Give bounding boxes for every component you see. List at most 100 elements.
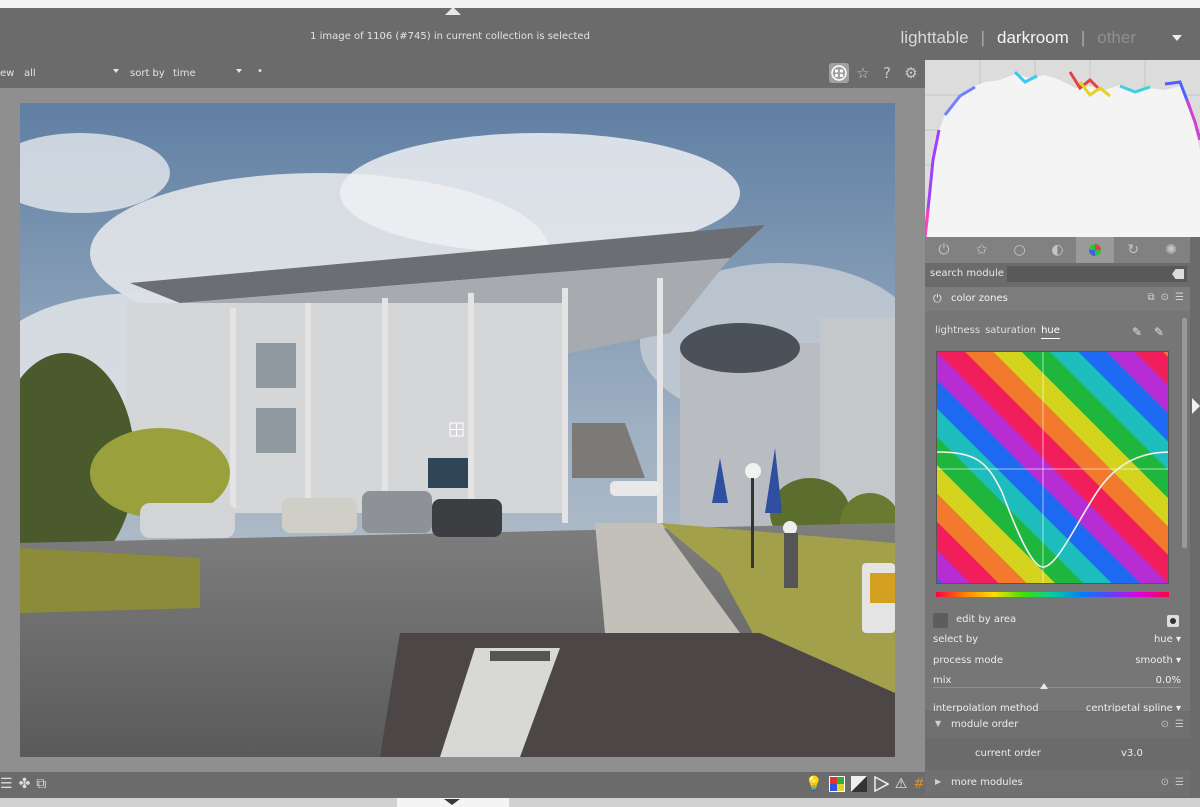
sort-caret-icon[interactable] (236, 69, 242, 73)
softproof-icon[interactable] (850, 776, 867, 792)
area-picker-icon[interactable]: ✎ (1154, 325, 1164, 339)
process-mode-label: process mode (933, 655, 1003, 666)
expand-filmstrip-arrow-icon[interactable] (444, 799, 460, 805)
tab-hue[interactable]: hue (1041, 325, 1060, 339)
view-separator: | (1080, 28, 1086, 47)
reset-icon[interactable]: ⊙ (1161, 292, 1169, 303)
reset-icon[interactable]: ⊙ (1161, 777, 1169, 788)
gear-icon[interactable]: ⚙ (901, 63, 921, 83)
guides-icon[interactable]: # (913, 776, 925, 792)
mix-label: mix (933, 675, 952, 686)
filmstrip-collapse-bar[interactable] (0, 798, 1200, 807)
center-view (0, 88, 925, 772)
sort-by-label: sort by (130, 68, 165, 79)
process-mode-value[interactable]: smooth ▾ (1135, 655, 1181, 666)
effect-icon[interactable]: ✺ (1152, 237, 1190, 263)
warning-icon[interactable]: ⚠ (895, 776, 908, 792)
view-switcher: lighttable | darkroom | other (901, 27, 1200, 49)
histogram[interactable] (923, 60, 1200, 238)
select-by-row[interactable]: select by hue ▾ (933, 634, 1181, 650)
tab-lightness[interactable]: lightness (935, 325, 980, 339)
color-assessment-icon[interactable] (828, 776, 845, 792)
gamut-check-icon[interactable] (873, 776, 889, 792)
darktable-window: 1 image of 1106 (#745) in current collec… (0, 0, 1200, 807)
module-order-header[interactable]: ▼ module order ⊙ ☰ (925, 712, 1190, 738)
collapse-top-arrow-icon[interactable] (445, 7, 461, 15)
collapsed-triangle-icon: ▶ (935, 777, 942, 786)
selection-status: 1 image of 1106 (#745) in current collec… (310, 31, 590, 42)
collapse-right-arrow-icon[interactable] (1192, 398, 1200, 414)
styles-icon[interactable]: ✤ (19, 776, 31, 792)
top-panel-collapse-bar[interactable] (0, 0, 1200, 8)
base-icon[interactable]: ○ (1001, 237, 1039, 263)
search-module-row: search module (925, 263, 1190, 285)
bulb-icon[interactable]: 💡 (805, 776, 822, 792)
area-mask-icon[interactable] (1167, 615, 1179, 627)
search-module-label: search module (930, 268, 1004, 279)
bottom-right-icons: 💡 ⚠ # (805, 776, 925, 792)
more-modules-header[interactable]: ▶ more modules ⊙ ☰ (925, 770, 1190, 796)
sort-by-value[interactable]: time (173, 68, 196, 79)
module-order-title: module order (951, 719, 1019, 730)
process-mode-row[interactable]: process mode smooth ▾ (933, 655, 1181, 671)
expand-triangle-icon: ▼ (935, 719, 942, 728)
edit-by-area-checkbox[interactable] (933, 613, 948, 628)
right-panel-scrollbar[interactable] (1182, 318, 1187, 548)
help-icon[interactable]: ? (877, 63, 897, 83)
view-filter-label: ew (0, 68, 15, 79)
select-by-value[interactable]: hue ▾ (1154, 634, 1181, 645)
bottom-toolbar: ☰ ✤ ⧉ 💡 ⚠ # (0, 772, 925, 798)
star-icon[interactable]: ☆ (853, 63, 873, 83)
color-zones-body: lightness saturation hue ✎ ✎ edit by are… (925, 311, 1190, 714)
right-panel: ⏻ ✩ ○ ◐ ↻ ✺ search module ⏻ color zones … (923, 60, 1200, 807)
reset-icon[interactable]: ⊙ (1161, 719, 1169, 730)
search-module-input[interactable] (1007, 266, 1187, 282)
mix-value: 0.0% (1155, 675, 1181, 686)
filterbar-icons: ☆ ? ⚙ (829, 63, 921, 83)
current-order-value: v3.0 (1121, 748, 1143, 759)
mix-slider-handle[interactable] (1040, 683, 1048, 689)
current-order-row: current order v3.0 (925, 742, 1190, 766)
multi-instance-icon[interactable]: ⧉ (1148, 292, 1155, 303)
color-icon[interactable] (1076, 237, 1115, 263)
view-filter-caret-icon[interactable] (113, 69, 119, 73)
list-icon[interactable]: ☰ (0, 776, 13, 792)
view-separator: | (980, 28, 986, 47)
select-by-label: select by (933, 634, 979, 645)
tab-saturation[interactable]: saturation (985, 325, 1036, 339)
module-order-icons: ⊙ ☰ (1161, 719, 1184, 730)
current-order-label: current order (975, 748, 1041, 759)
grouping-icon[interactable] (829, 63, 849, 83)
view-darkroom[interactable]: darkroom (997, 28, 1069, 48)
view-other[interactable]: other (1097, 28, 1136, 48)
more-modules-icons: ⊙ ☰ (1161, 777, 1184, 788)
edited-photo[interactable] (20, 103, 895, 757)
module-groups-bar: ⏻ ✩ ○ ◐ ↻ ✺ (925, 237, 1190, 263)
view-filter-value[interactable]: all (24, 68, 36, 79)
edit-by-area-row[interactable]: edit by area (933, 613, 1181, 629)
module-header-icons: ⧉ ⊙ ☰ (1148, 292, 1185, 303)
mix-row[interactable]: mix 0.0% (933, 675, 1181, 691)
power-icon[interactable]: ⏻ (925, 237, 963, 263)
views-dropdown-icon[interactable] (1172, 35, 1182, 41)
sort-order-dot[interactable]: • (257, 66, 263, 77)
correct-icon[interactable]: ↻ (1114, 237, 1152, 263)
module-title: color zones (951, 293, 1008, 304)
tone-icon[interactable]: ◐ (1039, 237, 1077, 263)
display-icon[interactable]: ⧉ (36, 776, 46, 792)
hue-strip (936, 592, 1169, 597)
hue-curve-graph[interactable] (936, 351, 1169, 584)
mix-slider-track[interactable] (933, 687, 1181, 688)
color-zones-tabs: lightness saturation hue (935, 325, 1060, 339)
filter-bar: ew all sort by time • ☆ ? ⚙ (0, 60, 925, 88)
module-power-icon[interactable]: ⏻ (933, 292, 942, 306)
view-lighttable[interactable]: lighttable (901, 28, 969, 48)
more-modules-title: more modules (951, 777, 1023, 788)
presets-icon[interactable]: ☰ (1175, 719, 1184, 730)
color-picker-icon[interactable]: ✎ (1132, 325, 1142, 339)
color-zones-header[interactable]: ⏻ color zones ⧉ ⊙ ☰ (925, 287, 1190, 311)
header-bar: 1 image of 1106 (#745) in current collec… (0, 15, 1200, 60)
presets-icon[interactable]: ☰ (1175, 777, 1184, 788)
favorites-icon[interactable]: ✩ (963, 237, 1001, 263)
presets-icon[interactable]: ☰ (1175, 292, 1184, 303)
